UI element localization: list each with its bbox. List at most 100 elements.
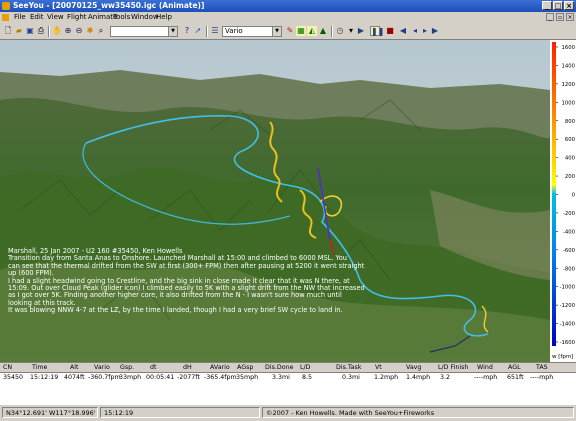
toolbar: 🗋 ▰ ▣ ⎙ ✋ ⊕ ⊖ ✱ ⌕ ▼ ? ➚ ☰ Vario ▼ ✎ ▦ ◭ ▲… <box>0 23 576 40</box>
edit-icon[interactable]: ✎ <box>285 26 295 36</box>
col-header[interactable]: TAS <box>536 363 548 373</box>
mdi-minimize-button[interactable]: _ <box>546 13 554 21</box>
table-row[interactable]: 35450 15:12:19 4074ft -360.7fpm 33mph 00… <box>0 373 576 383</box>
cell: 0.3mi <box>342 374 360 381</box>
glider-combo[interactable]: Vario ▼ <box>222 26 282 37</box>
scale-tick-label: 200 <box>565 174 576 180</box>
col-header[interactable]: Wind <box>477 363 493 373</box>
menu-view[interactable]: View <box>47 12 64 23</box>
step-forward-icon[interactable]: ▸ <box>420 26 430 36</box>
col-header[interactable]: Vavg <box>406 363 421 373</box>
col-header[interactable]: Time <box>32 363 47 373</box>
app-icon <box>2 2 10 10</box>
menu-bar: File Edit View Flight Animate Tools Wind… <box>0 12 576 23</box>
pause-icon[interactable]: ❚❚ <box>370 26 384 36</box>
cell: -360.7fpm <box>88 374 121 381</box>
scale-tick-label: 400 <box>565 156 576 162</box>
col-header[interactable]: Dis.Done <box>265 363 293 373</box>
cell: -365.4fpm <box>204 374 237 381</box>
rewind-icon[interactable]: ◀ <box>398 26 408 36</box>
maximize-button[interactable]: □ <box>553 1 563 10</box>
col-header[interactable]: L/D <box>300 363 310 373</box>
vario-scale-bar: 1600 1400 1200 1000 800 600 400 200 0 -200 -400 -60… <box>552 42 576 360</box>
col-header[interactable]: Gsp. <box>120 363 134 373</box>
scale-tick-label: 1200 <box>562 82 576 88</box>
new-icon[interactable]: 🗋 <box>3 26 13 36</box>
col-header[interactable]: Dis.Task <box>336 363 361 373</box>
cell: 00:05:41 <box>146 374 175 381</box>
hand-icon[interactable]: ✋ <box>52 26 62 36</box>
print-icon[interactable]: ⎙ <box>36 26 46 36</box>
cell: -2077ft <box>177 374 200 381</box>
scale-tick-label: 1000 <box>562 100 576 106</box>
close-button[interactable]: × <box>564 1 574 10</box>
cell: ----mph <box>530 374 554 381</box>
cell: 35mph <box>236 374 259 381</box>
cell: 651ft <box>507 374 524 381</box>
menu-help[interactable]: Help <box>156 12 172 23</box>
list-icon[interactable]: ☰ <box>210 26 220 36</box>
scale-tick-label: -1000 <box>560 285 576 291</box>
layer-combo[interactable]: ▼ <box>110 26 178 37</box>
save-icon[interactable]: ▣ <box>25 26 35 36</box>
scale-tick-label: 1600 <box>562 45 576 51</box>
col-header[interactable]: Vt <box>375 363 382 373</box>
menu-tools[interactable]: Tools <box>113 12 130 23</box>
map-2d-icon[interactable]: ▦ <box>296 26 306 36</box>
note-line: can see that the thermal drifted from th… <box>8 261 365 270</box>
cell: 1.4mph <box>406 374 431 381</box>
zoom-in-icon[interactable]: ⊕ <box>63 26 73 36</box>
vario-gradient <box>552 42 556 346</box>
cell: 4074ft <box>64 374 85 381</box>
terrain-3d-view[interactable]: Marshall, 25 Jan 2007 - U2 160 #35450, K… <box>0 40 550 362</box>
vario-unit: w [fpm] <box>552 354 573 360</box>
menu-flight[interactable]: Flight <box>67 12 87 23</box>
col-header[interactable]: Vario <box>94 363 110 373</box>
fast-forward-icon[interactable]: ▶ <box>430 26 440 36</box>
col-header[interactable]: CN <box>3 363 12 373</box>
col-header[interactable]: AGL <box>508 363 521 373</box>
col-header[interactable]: L/D Finish <box>438 363 468 373</box>
open-icon[interactable]: ▰ <box>14 26 24 36</box>
terrain-icon[interactable]: ▲ <box>318 26 328 36</box>
toolbar-separator <box>48 26 50 37</box>
mdi-restore-button[interactable]: ▫ <box>556 13 564 21</box>
play-icon[interactable]: ▶ <box>356 26 366 36</box>
map-3d-icon[interactable]: ◭ <box>307 26 317 36</box>
zoom-out-icon[interactable]: ⊖ <box>74 26 84 36</box>
cell: 15:12:19 <box>30 374 59 381</box>
chevron-down-icon: ▼ <box>168 27 177 36</box>
clock-icon[interactable]: ◷ <box>335 26 345 36</box>
scale-tick-label: -200 <box>563 211 576 217</box>
col-header[interactable]: AVario <box>210 363 230 373</box>
toolbar-separator <box>206 26 208 37</box>
menu-edit[interactable]: Edit <box>30 12 44 23</box>
toolbar-separator <box>331 26 333 37</box>
cell: 8.5 <box>302 374 313 381</box>
cell: 1.2mph <box>374 374 399 381</box>
cell: 33mph <box>119 374 142 381</box>
minimize-button[interactable]: _ <box>542 1 552 10</box>
menu-window[interactable]: Window <box>131 12 159 23</box>
scale-tick-label: 1400 <box>562 63 576 69</box>
col-header[interactable]: dH <box>183 363 192 373</box>
star-icon[interactable]: ✱ <box>85 26 95 36</box>
help-icon[interactable]: ? <box>182 26 192 36</box>
col-header[interactable]: dt <box>150 363 156 373</box>
chevron-down-icon[interactable]: ▾ <box>346 26 356 36</box>
flight-notes: Marshall, 25 Jan 2007 - U2 160 #35450, K… <box>8 247 428 315</box>
scale-tick-label: 0 <box>572 193 576 199</box>
step-back-icon[interactable]: ◂ <box>410 26 420 36</box>
menu-file[interactable]: File <box>14 12 26 23</box>
zoom-icon[interactable]: ⌕ <box>96 26 106 36</box>
mdi-close-button[interactable]: × <box>566 13 574 21</box>
cell: 3.2 <box>440 374 451 381</box>
stop-icon[interactable]: ■ <box>385 26 395 36</box>
window-title: SeeYou - [20070125_ww35450.igc (Animate)… <box>13 1 205 10</box>
document-icon <box>2 14 9 21</box>
col-header[interactable]: AGsp <box>237 363 253 373</box>
note-line: It was blowing NNW 4-7 at the LZ, by the… <box>8 306 343 315</box>
pointer-icon[interactable]: ➚ <box>193 26 203 36</box>
col-header[interactable]: Alt <box>70 363 79 373</box>
scale-tick-label: -1200 <box>560 303 576 309</box>
